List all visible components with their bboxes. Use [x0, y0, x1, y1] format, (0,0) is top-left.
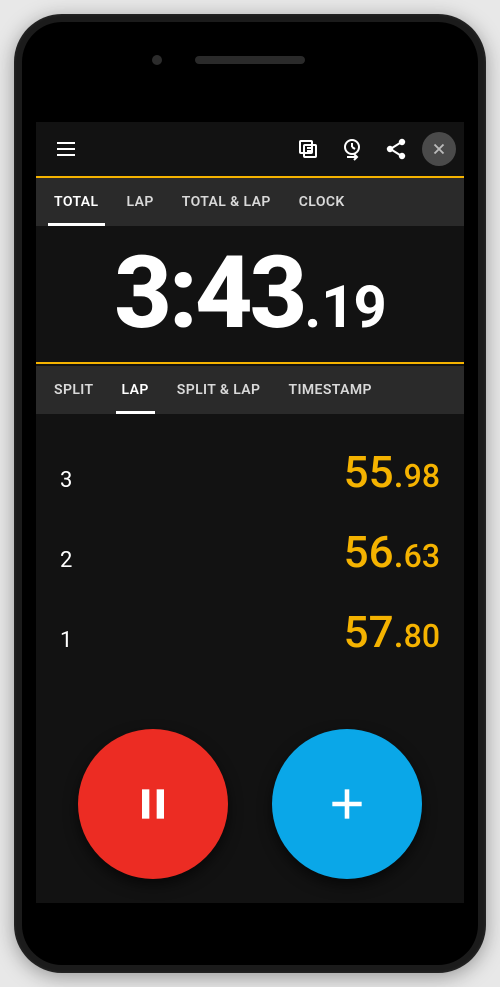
close-button[interactable] [422, 132, 456, 166]
status-bar [36, 100, 464, 122]
menu-button[interactable] [44, 127, 88, 171]
tab-lap-list[interactable]: LAP [108, 366, 163, 414]
pause-button[interactable] [78, 729, 228, 879]
lap-dot: . [394, 534, 404, 576]
clock-arrow-icon [340, 137, 364, 161]
pause-icon [131, 782, 175, 826]
display-mode-tabs: TOTAL LAP TOTAL & LAP CLOCK [36, 178, 464, 226]
screen: TOTAL LAP TOTAL & LAP CLOCK 3:43.19 SPLI… [36, 100, 464, 903]
lap-seconds: 55 [344, 446, 394, 498]
app-toolbar [36, 122, 464, 178]
main-time-major: 3:43 [114, 244, 304, 344]
copy-icon [296, 137, 320, 161]
plus-icon [325, 782, 369, 826]
lap-index: 1 [60, 628, 72, 653]
tab-lap[interactable]: LAP [113, 178, 168, 226]
close-icon [430, 140, 448, 158]
share-icon [384, 137, 408, 161]
lap-dot: . [394, 614, 404, 656]
lap-fraction: 63 [404, 537, 440, 575]
lap-time: 55.98 [344, 446, 440, 498]
lap-row: 3 55.98 [54, 432, 446, 512]
lap-time: 56.63 [344, 526, 440, 578]
lap-list: 3 55.98 2 56.63 1 57.80 [36, 414, 464, 672]
lap-seconds: 56 [344, 526, 394, 578]
device-frame: TOTAL LAP TOTAL & LAP CLOCK 3:43.19 SPLI… [14, 14, 486, 973]
lap-dot: . [394, 454, 404, 496]
lap-index: 2 [60, 548, 72, 573]
action-buttons [36, 729, 464, 879]
tab-clock[interactable]: CLOCK [285, 178, 359, 226]
history-export-button[interactable] [330, 127, 374, 171]
main-time-display: 3:43.19 [36, 226, 464, 364]
main-time-fraction: 19 [321, 274, 386, 342]
list-mode-tabs: SPLIT LAP SPLIT & LAP TIMESTAMP [36, 366, 464, 414]
tab-total-and-lap[interactable]: TOTAL & LAP [168, 178, 285, 226]
front-camera [152, 55, 162, 65]
hamburger-icon [54, 137, 78, 161]
copy-button[interactable] [286, 127, 330, 171]
lap-fraction: 98 [404, 457, 440, 495]
device-inner: TOTAL LAP TOTAL & LAP CLOCK 3:43.19 SPLI… [22, 22, 478, 965]
lap-time: 57.80 [344, 606, 440, 658]
lap-seconds: 57 [344, 606, 394, 658]
tab-total[interactable]: TOTAL [40, 178, 113, 226]
add-lap-button[interactable] [272, 729, 422, 879]
tab-split-and-lap[interactable]: SPLIT & LAP [163, 366, 275, 414]
main-time-dot: . [304, 274, 321, 342]
tab-split[interactable]: SPLIT [40, 366, 108, 414]
lap-index: 3 [60, 468, 72, 493]
lap-fraction: 80 [404, 617, 440, 655]
tab-timestamp[interactable]: TIMESTAMP [274, 366, 385, 414]
earpiece-speaker [195, 56, 305, 64]
share-button[interactable] [374, 127, 418, 171]
lap-row: 1 57.80 [54, 592, 446, 672]
lap-row: 2 56.63 [54, 512, 446, 592]
